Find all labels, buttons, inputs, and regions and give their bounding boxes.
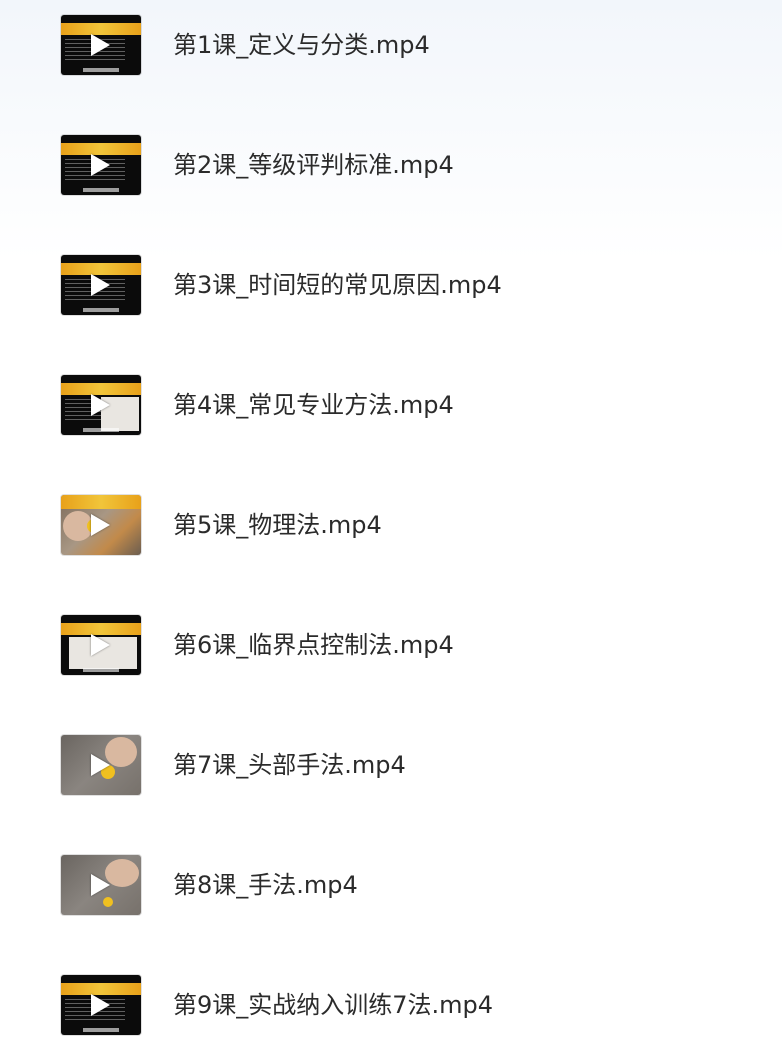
video-thumbnail[interactable] (61, 135, 141, 195)
video-thumbnail[interactable] (61, 255, 141, 315)
file-name: 第3课_时间短的常见原因.mp4 (173, 271, 502, 299)
play-icon (91, 754, 110, 776)
file-name: 第9课_实战纳入训练7法.mp4 (173, 991, 494, 1019)
file-name: 第5课_物理法.mp4 (173, 511, 382, 539)
play-icon (91, 634, 110, 656)
play-icon (91, 874, 110, 896)
thumbnail-footer (83, 188, 119, 192)
thumbnail-footer (83, 668, 119, 672)
file-name: 第1课_定义与分类.mp4 (173, 31, 430, 59)
play-icon (91, 394, 110, 416)
video-thumbnail[interactable] (61, 855, 141, 915)
list-item[interactable]: 第9课_实战纳入训练7法.mp4 (0, 975, 782, 1035)
video-thumbnail[interactable] (61, 15, 141, 75)
list-item[interactable]: 第2课_等级评判标准.mp4 (0, 135, 782, 195)
thumbnail-footer (83, 428, 119, 432)
play-icon (91, 154, 110, 176)
play-icon (91, 34, 110, 56)
video-thumbnail[interactable] (61, 495, 141, 555)
video-thumbnail[interactable] (61, 735, 141, 795)
file-name: 第4课_常见专业方法.mp4 (173, 391, 454, 419)
play-icon (91, 274, 110, 296)
file-name: 第6课_临界点控制法.mp4 (173, 631, 454, 659)
list-item[interactable]: 第6课_临界点控制法.mp4 (0, 615, 782, 675)
list-item[interactable]: 第7课_头部手法.mp4 (0, 735, 782, 795)
list-item[interactable]: 第8课_手法.mp4 (0, 855, 782, 915)
list-item[interactable]: 第1课_定义与分类.mp4 (0, 15, 782, 75)
video-thumbnail[interactable] (61, 615, 141, 675)
video-thumbnail[interactable] (61, 975, 141, 1035)
play-icon (91, 514, 110, 536)
list-item[interactable]: 第4课_常见专业方法.mp4 (0, 375, 782, 435)
thumbnail-footer (83, 68, 119, 72)
file-name: 第2课_等级评判标准.mp4 (173, 151, 454, 179)
thumbnail-footer (83, 308, 119, 312)
video-thumbnail[interactable] (61, 375, 141, 435)
play-icon (91, 994, 110, 1016)
list-item[interactable]: 第3课_时间短的常见原因.mp4 (0, 255, 782, 315)
list-item[interactable]: 第5课_物理法.mp4 (0, 495, 782, 555)
file-name: 第7课_头部手法.mp4 (173, 751, 406, 779)
thumbnail-banner (61, 495, 141, 509)
file-name: 第8课_手法.mp4 (173, 871, 358, 899)
thumbnail-footer (83, 1028, 119, 1032)
file-list: 第1课_定义与分类.mp4 第2课_等级评判标准.mp4 第3课_时间短的常见原… (0, 0, 782, 1054)
thumbnail-ball (103, 897, 113, 907)
thumbnail-hand (105, 859, 139, 887)
